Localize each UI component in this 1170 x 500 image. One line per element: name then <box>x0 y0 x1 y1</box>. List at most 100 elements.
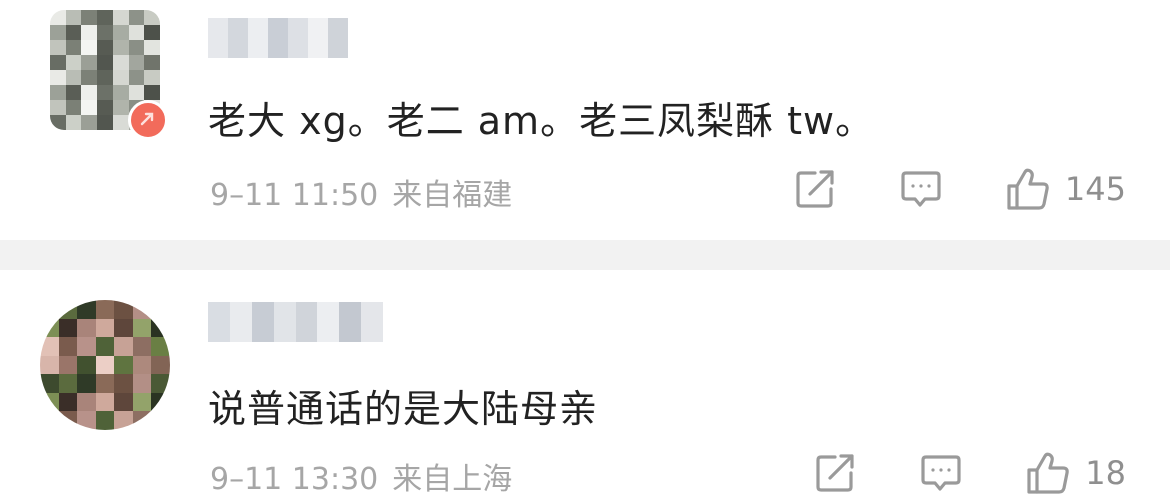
avatar-pixel <box>77 318 96 338</box>
avatar-pixel <box>58 337 78 356</box>
avatar-pixel <box>95 318 115 338</box>
avatar-pixel <box>40 355 59 375</box>
avatar-pixel <box>132 300 152 319</box>
avatar-pixel <box>40 392 59 412</box>
avatar-pixel <box>95 355 115 375</box>
avatar-pixel <box>50 115 66 130</box>
avatar-pixel <box>58 355 78 375</box>
avatar-pixel <box>95 337 115 356</box>
avatar-pixel <box>97 10 113 25</box>
comment-location: 来自福建 <box>392 178 513 213</box>
avatar-pixel <box>77 411 96 430</box>
share-button[interactable] <box>793 167 837 211</box>
share-button[interactable] <box>813 451 857 495</box>
avatar-pixel <box>112 55 129 70</box>
avatar-pixel <box>58 411 78 430</box>
avatar-pixel <box>97 40 113 55</box>
avatar-pixel <box>40 318 59 338</box>
username-pixel <box>229 302 252 342</box>
avatar-pixel <box>65 55 82 70</box>
avatar-pixel <box>77 374 96 393</box>
comment-text: 说普通话的是大陆母亲 <box>208 387 599 431</box>
avatar[interactable] <box>40 300 170 430</box>
username-pixel <box>328 18 348 58</box>
avatar-pixel <box>81 40 98 55</box>
username-pixel <box>208 302 230 342</box>
thumbs-up-icon <box>1007 168 1049 210</box>
avatar-pixel <box>65 70 82 85</box>
avatar-pixel <box>128 10 145 25</box>
comment-location: 来自上海 <box>392 462 513 497</box>
username-blurred[interactable] <box>208 302 383 342</box>
avatar-pixel <box>114 300 133 319</box>
avatar-pixel <box>112 10 129 25</box>
avatar-image <box>40 300 170 430</box>
avatar-pixel <box>114 337 133 356</box>
avatar-pixel <box>95 374 115 393</box>
avatar-pixel <box>50 25 66 40</box>
avatar-pixel <box>58 318 78 338</box>
avatar-pixel <box>132 318 152 338</box>
avatar-pixel <box>65 85 82 100</box>
avatar-pixel <box>58 374 78 393</box>
avatar-pixel <box>65 40 82 55</box>
avatar-pixel <box>112 100 129 115</box>
avatar-pixel <box>112 115 129 130</box>
avatar-pixel <box>151 355 170 375</box>
avatar-pixel <box>97 70 113 85</box>
avatar-pixel <box>50 10 66 25</box>
avatar-pixel <box>77 300 96 319</box>
avatar-pixel <box>81 55 98 70</box>
like-count: 145 <box>1064 170 1126 208</box>
reply-button[interactable] <box>899 167 943 211</box>
comment-meta: 9–11 13:30 来自上海 <box>210 454 512 498</box>
avatar-pixel <box>114 355 133 375</box>
like-button[interactable]: 145 <box>1005 166 1126 212</box>
username-pixel <box>248 18 268 58</box>
avatar-pixel <box>151 374 170 393</box>
avatar-pixel <box>97 100 113 115</box>
avatar-pixel <box>97 55 113 70</box>
avatar-pixel <box>77 355 96 375</box>
avatar-pixel <box>77 337 96 356</box>
avatar-pixel <box>132 355 152 375</box>
username-pixel <box>361 302 383 342</box>
avatar-pixel <box>81 25 98 40</box>
avatar-pixel <box>81 100 98 115</box>
thumbs-up-icon <box>1027 452 1070 494</box>
avatar-pixel <box>112 85 129 100</box>
like-count: 18 <box>1085 454 1126 492</box>
comment-icon <box>901 171 941 207</box>
username-blurred[interactable] <box>208 18 348 58</box>
avatar-pixel <box>50 40 66 55</box>
comment-text: 老大 xg。老二 am。老三凤梨酥 tw。 <box>208 99 875 143</box>
avatar-pixel <box>144 55 160 70</box>
avatar-pixel <box>151 392 170 412</box>
avatar-pixel <box>128 40 145 55</box>
comment-actions: 145 <box>793 166 1126 212</box>
avatar-pixel <box>144 70 160 85</box>
avatar-pixel <box>77 392 96 412</box>
avatar-pixel <box>58 392 78 412</box>
avatar-pixel <box>114 374 133 393</box>
like-button[interactable]: 18 <box>1025 450 1126 496</box>
comment-feed: 老大 xg。老二 am。老三凤梨酥 tw。 9–11 11:50 来自福建 14… <box>0 0 1170 500</box>
reply-button[interactable] <box>919 451 963 495</box>
avatar-pixel <box>81 85 98 100</box>
avatar-pixel <box>132 374 152 393</box>
avatar-pixel <box>65 100 82 115</box>
avatar-pixel <box>40 411 59 430</box>
avatar-pixel <box>95 411 115 430</box>
avatar-pixel <box>50 70 66 85</box>
comment-item: 说普通话的是大陆母亲 9–11 13:30 来自上海 18 <box>0 270 1170 500</box>
avatar-pixel <box>144 40 160 55</box>
avatar-pixel <box>40 300 59 319</box>
comment-item: 老大 xg。老二 am。老三凤梨酥 tw。 9–11 11:50 来自福建 14… <box>0 0 1170 240</box>
avatar-pixel <box>151 411 170 430</box>
comment-meta: 9–11 11:50 来自福建 <box>210 170 512 214</box>
avatar-pixel <box>112 40 129 55</box>
avatar-pixel <box>58 300 78 319</box>
username-pixel <box>288 18 308 58</box>
avatar-pixel <box>50 85 66 100</box>
username-pixel <box>339 302 362 342</box>
